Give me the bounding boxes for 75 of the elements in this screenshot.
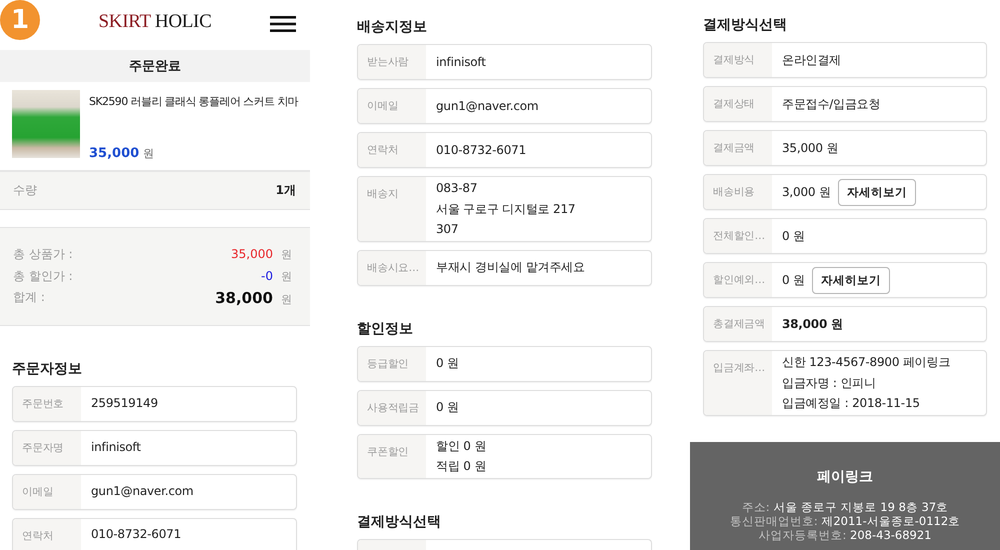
row-label: 배송시요… bbox=[358, 250, 426, 284]
section-title: 결제방식선택 bbox=[703, 16, 788, 35]
row-value: 신한 123-4567-8900 페이링크 bbox=[782, 354, 950, 371]
footer-line: 주소: 서울 종로구 지봉로 19 8층 37호 bbox=[740, 500, 950, 514]
row-label: 결제금액 bbox=[704, 131, 772, 165]
footer-title: 페이링크 bbox=[816, 468, 874, 486]
total-value: -0 bbox=[261, 268, 273, 283]
currency-unit: 원 bbox=[143, 146, 154, 161]
row-value: 259519149 bbox=[91, 395, 158, 412]
details-button[interactable]: 자세히보기 bbox=[812, 266, 890, 294]
row-value: 입금예정일 : 2018-11-15 bbox=[782, 395, 920, 412]
footer-line: 사업자등록번호: 208-43-68921 bbox=[758, 528, 932, 542]
row-value: 010-8732-6071 bbox=[436, 142, 526, 159]
details-button[interactable]: 자세히보기 bbox=[838, 178, 916, 206]
row-value: 부재시 경비실에 맡겨주세요 bbox=[436, 259, 585, 276]
row-label: 쿠폰할인 bbox=[358, 434, 426, 478]
photo-placeholder bbox=[12, 90, 80, 158]
row-value: 주문접수/입금요청 bbox=[782, 96, 880, 113]
row-value: 0 원 bbox=[782, 272, 805, 289]
step-badge: 1 bbox=[0, 0, 40, 40]
menu-icon[interactable] bbox=[270, 16, 296, 32]
row-value: 010-8732-6071 bbox=[91, 526, 182, 543]
row-label: 할인예외… bbox=[704, 263, 772, 297]
quantity-label: 수량 bbox=[13, 182, 37, 199]
row-label: 배송지 bbox=[358, 177, 426, 240]
row-value: 입금자명 : 인피니 bbox=[782, 374, 876, 392]
product-name[interactable]: SK2590 러블리 클래식 롱플레어 스커트 치마 bbox=[89, 94, 304, 110]
row-value: gun1@naver.com bbox=[436, 98, 538, 115]
row-label: 전체할인… bbox=[704, 219, 772, 253]
row-value: 온라인결제 bbox=[782, 52, 842, 69]
row-value: 0 원 bbox=[436, 355, 459, 372]
row-label: 이메일 bbox=[13, 474, 81, 508]
quantity-value: 1개 bbox=[276, 182, 296, 199]
row-label: 총결제금액 bbox=[704, 307, 772, 341]
row-label: 이메일 bbox=[358, 89, 426, 123]
row-label: 받는사람 bbox=[358, 45, 426, 79]
total-label: 합계 : bbox=[13, 289, 45, 306]
section-title: 주문자정보 bbox=[12, 360, 83, 378]
row-value: 307 bbox=[436, 221, 458, 238]
product-price: 35,000 bbox=[89, 146, 140, 161]
row-value: 0 원 bbox=[436, 399, 459, 416]
row-label: 사용적립금 bbox=[358, 390, 426, 424]
row-value: 3,000 원 bbox=[782, 184, 831, 201]
total-value: 35,000 bbox=[231, 247, 273, 262]
logo-text[interactable]: SKIRT HOLIC bbox=[98, 11, 212, 39]
row-value: gun1@naver.com bbox=[91, 483, 194, 500]
total-value: 38,000 bbox=[215, 288, 273, 307]
currency-unit: 원 bbox=[281, 268, 292, 284]
row-value: 0 원 bbox=[782, 228, 805, 245]
row-label: 주문자명 bbox=[13, 430, 81, 464]
section-title: 배송지정보 bbox=[357, 18, 428, 37]
row-value: infinisoft bbox=[436, 54, 486, 71]
row-value: 38,000 원 bbox=[782, 316, 843, 333]
row-label: 결제방식 bbox=[704, 43, 772, 77]
row-label: 결제상태 bbox=[704, 87, 772, 121]
row-value: 083-87 bbox=[436, 180, 478, 197]
currency-unit: 원 bbox=[281, 292, 292, 307]
row-label: 주문번호 bbox=[13, 386, 81, 420]
currency-unit: 원 bbox=[281, 247, 292, 262]
row-label: 등급할인 bbox=[358, 346, 426, 380]
section-title: 결제방식선택 bbox=[357, 512, 442, 532]
row-value: 서울 구로구 디지털로 217 bbox=[436, 200, 576, 218]
row-value: 할인 0 원 bbox=[436, 438, 486, 454]
total-label: 총 상품가 : bbox=[13, 246, 73, 264]
footer-line: 통신판매업번호: 제2011-서울종로-0112호 bbox=[728, 514, 962, 528]
row-label: 배송비용 bbox=[704, 175, 772, 209]
row-label: 연락처 bbox=[13, 518, 81, 550]
total-label: 총 할인가 : bbox=[13, 268, 73, 285]
row-value: 적립 0 원 bbox=[436, 458, 486, 475]
row-label: 입금계좌… bbox=[704, 351, 772, 414]
order-status-title: 주문완료 bbox=[0, 50, 310, 82]
row-label: 연락처 bbox=[358, 133, 426, 167]
row-value: infinisoft bbox=[91, 439, 141, 456]
row-value: 35,000 원 bbox=[782, 140, 838, 157]
section-title: 할인정보 bbox=[357, 320, 414, 338]
